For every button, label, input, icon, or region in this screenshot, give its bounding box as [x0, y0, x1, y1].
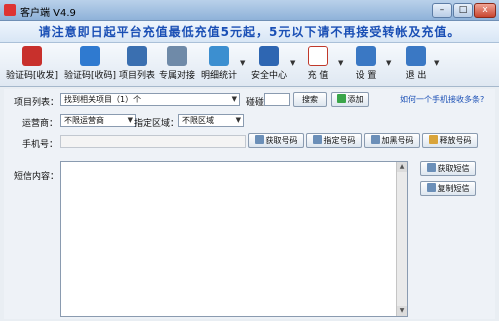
- title-bar: 客户端 V4.9 – □ x: [0, 0, 499, 21]
- toolbar-sms-send[interactable]: 验证码[收发]: [4, 45, 60, 85]
- project-label: 项目列表：: [14, 98, 60, 108]
- document-icon: [426, 163, 436, 172]
- scroll-up-icon[interactable]: ▲: [397, 162, 407, 172]
- region-label: 指定区域：: [134, 119, 180, 129]
- search-button[interactable]: 搜索: [293, 92, 327, 107]
- main-panel: 项目列表： 找到相关项目（1）个 ▼ 碰碰 搜索 添加 如何一个手机接收多条? …: [4, 89, 495, 319]
- chevron-down-icon[interactable]: ▼: [386, 59, 391, 67]
- sms-send-icon: [22, 46, 42, 66]
- chevron-down-icon: ▼: [127, 116, 133, 124]
- get-sms-label: 获取短信: [437, 164, 470, 173]
- toolbar-exit[interactable]: 退 出: [400, 45, 432, 85]
- maximize-button[interactable]: □: [453, 3, 473, 18]
- phone-icon: [370, 135, 380, 144]
- blacklist-number-label: 加黑号码: [381, 136, 414, 145]
- notice-banner: 请注意即日起平台充值最低充值5元起，5元以下请不再接受转帐及充值。: [0, 21, 499, 43]
- toolbar: 验证码[收发] 验证码[收码] 项目列表 专属对接 明细统计 ▼ 安全中心 ▼ …: [0, 43, 499, 87]
- lightbulb-icon: [428, 135, 438, 144]
- pdf-icon: [308, 46, 328, 66]
- chevron-down-icon[interactable]: ▼: [434, 59, 439, 67]
- sms-textarea[interactable]: ▲ ▼: [60, 161, 408, 317]
- chevron-down-icon: ▼: [231, 95, 237, 103]
- monitor-list-icon: [127, 46, 147, 66]
- copy-sms-label: 复制短信: [437, 184, 470, 193]
- chevron-down-icon[interactable]: ▼: [338, 59, 343, 67]
- chevron-down-icon[interactable]: ▼: [290, 59, 295, 67]
- carrier-select[interactable]: 不限运营商 ▼: [60, 114, 136, 127]
- specify-number-button[interactable]: 指定号码: [306, 133, 362, 148]
- phone-field[interactable]: [60, 135, 246, 148]
- get-number-button[interactable]: 获取号码: [248, 133, 304, 148]
- get-sms-button[interactable]: 获取短信: [420, 161, 476, 176]
- link-icon: [167, 46, 187, 66]
- wrench-icon: [356, 46, 376, 66]
- phone-icon: [254, 135, 264, 144]
- toolbar-stats[interactable]: 明细统计: [200, 45, 238, 85]
- release-number-button[interactable]: 释放号码: [422, 133, 478, 148]
- toolbar-settings[interactable]: 设 置: [350, 45, 382, 85]
- plus-icon: [336, 94, 346, 103]
- chevron-down-icon[interactable]: ▼: [240, 59, 245, 67]
- get-number-label: 获取号码: [265, 136, 298, 145]
- bar-chart-icon: [209, 46, 229, 66]
- region-select-value: 不限区域: [182, 116, 214, 125]
- carrier-select-value: 不限运营商: [64, 116, 104, 125]
- copy-sms-button[interactable]: 复制短信: [420, 181, 476, 196]
- project-select-value: 找到相关项目（1）个: [64, 95, 142, 104]
- toolbar-dedicated[interactable]: 专属对接: [158, 45, 196, 85]
- region-select[interactable]: 不限区域 ▼: [178, 114, 244, 127]
- copy-icon: [426, 183, 436, 192]
- help-link[interactable]: 如何一个手机接收多条?: [400, 94, 484, 105]
- phone-label: 手机号：: [22, 140, 59, 150]
- toolbar-project-list[interactable]: 项目列表: [118, 45, 156, 85]
- sms-label: 短信内容：: [14, 172, 60, 182]
- search-input[interactable]: [264, 93, 290, 106]
- sms-scrollbar[interactable]: ▲ ▼: [396, 162, 407, 316]
- window-title: 客户端 V4.9: [20, 8, 76, 19]
- add-button-label: 添加: [347, 95, 364, 104]
- release-number-label: 释放号码: [439, 136, 472, 145]
- search-label: 碰碰: [246, 98, 265, 108]
- toolbar-security[interactable]: 安全中心: [250, 45, 288, 85]
- app-icon: [4, 4, 16, 16]
- add-button[interactable]: 添加: [331, 92, 369, 107]
- specify-number-label: 指定号码: [323, 136, 356, 145]
- blacklist-number-button[interactable]: 加黑号码: [364, 133, 420, 148]
- chevron-down-icon: ▼: [235, 116, 241, 124]
- phone-icon: [312, 135, 322, 144]
- scroll-down-icon[interactable]: ▼: [397, 306, 407, 316]
- shield-user-icon: [259, 46, 279, 66]
- toolbar-sms-receive[interactable]: 验证码[收码]: [62, 45, 118, 85]
- minimize-button[interactable]: –: [432, 3, 452, 18]
- close-button[interactable]: x: [474, 3, 496, 18]
- exit-icon: [406, 46, 426, 66]
- toolbar-recharge[interactable]: 充 值: [302, 45, 334, 85]
- sms-receive-icon: [80, 46, 100, 66]
- carrier-label: 运营商：: [22, 119, 59, 129]
- project-select[interactable]: 找到相关项目（1）个 ▼: [60, 93, 240, 106]
